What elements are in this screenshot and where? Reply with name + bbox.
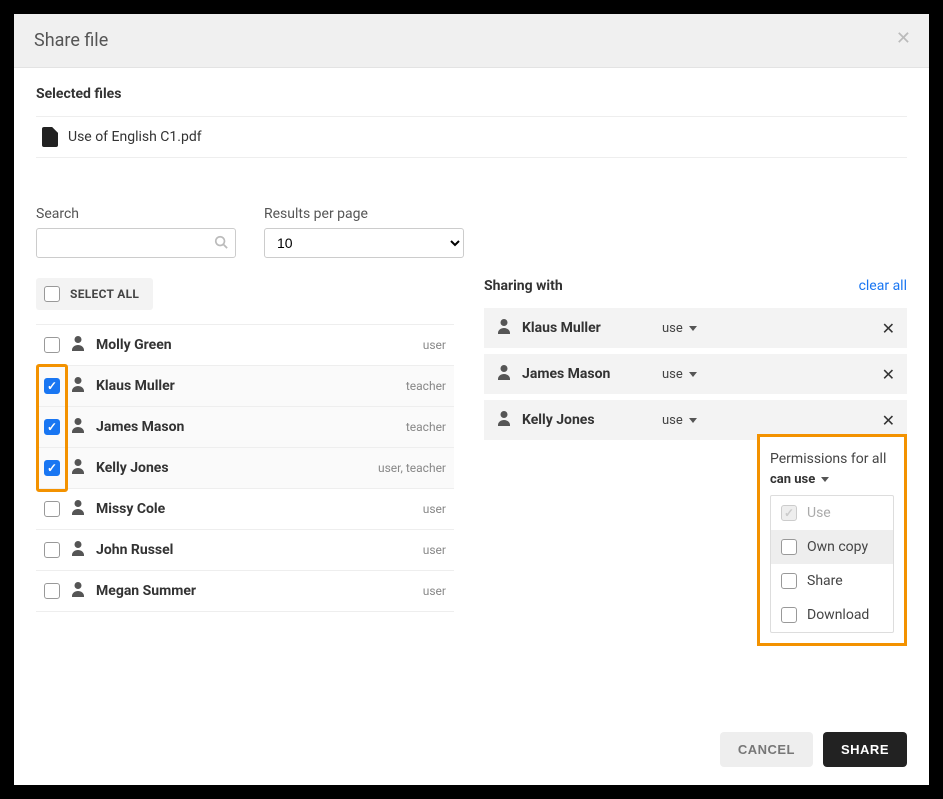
user-row[interactable]: Kelly Jones user, teacher: [36, 448, 454, 489]
permissions-title: Permissions for all: [770, 451, 894, 467]
person-icon: [496, 318, 512, 338]
sharing-row: James Mason use ✕: [484, 354, 907, 394]
user-row[interactable]: Missy Cole user: [36, 489, 454, 530]
user-checkbox[interactable]: [44, 460, 60, 476]
user-name: Kelly Jones: [96, 460, 368, 476]
select-all-button[interactable]: SELECT ALL: [36, 278, 153, 310]
user-name: Molly Green: [96, 337, 413, 353]
share-file-dialog: Share file ✕ Selected files Use of Engli…: [14, 14, 929, 785]
clear-all-link[interactable]: clear all: [859, 278, 907, 294]
results-per-page-group: Results per page 10: [264, 206, 464, 258]
dialog-title: Share file: [34, 30, 108, 51]
close-icon[interactable]: ✕: [896, 28, 911, 49]
user-name: Klaus Muller: [96, 378, 396, 394]
person-icon: [70, 376, 86, 396]
permissions-for-all-panel: Permissions for all can use Use Own copy: [757, 434, 907, 646]
permission-option[interactable]: Share: [771, 564, 893, 598]
person-icon: [496, 364, 512, 384]
search-icon[interactable]: [214, 235, 228, 253]
user-name: John Russel: [96, 542, 413, 558]
person-icon: [70, 581, 86, 601]
permission-option[interactable]: Use: [771, 496, 893, 530]
permission-dropdown[interactable]: use: [662, 413, 872, 428]
search-group: Search: [36, 206, 236, 258]
person-icon: [70, 499, 86, 519]
user-row[interactable]: Megan Summer user: [36, 571, 454, 612]
user-checkbox[interactable]: [44, 583, 60, 599]
sharing-with-heading: Sharing with: [484, 278, 563, 294]
file-icon: [42, 127, 58, 147]
person-icon: [496, 410, 512, 430]
permission-label: Own copy: [807, 539, 868, 555]
user-role: user: [423, 502, 446, 516]
remove-share-icon[interactable]: ✕: [882, 411, 895, 430]
user-role: user, teacher: [378, 461, 446, 475]
user-list-column: SELECT ALL Molly Green user Klaus Muller: [36, 278, 454, 612]
permission-checkbox[interactable]: [781, 607, 797, 623]
permission-dropdown[interactable]: use: [662, 367, 872, 382]
user-checkbox[interactable]: [44, 542, 60, 558]
user-row[interactable]: Molly Green user: [36, 325, 454, 366]
permissions-selected-dropdown[interactable]: can use: [770, 472, 829, 487]
user-row[interactable]: Klaus Muller teacher: [36, 366, 454, 407]
cancel-button[interactable]: CANCEL: [720, 732, 813, 767]
sharing-row: Klaus Muller use ✕: [484, 308, 907, 348]
permission-label: Use: [807, 505, 831, 521]
user-role: user: [423, 338, 446, 352]
person-icon: [70, 458, 86, 478]
permission-option[interactable]: Own copy: [771, 530, 893, 564]
user-row[interactable]: John Russel user: [36, 530, 454, 571]
permission-label: Download: [807, 607, 869, 623]
sharing-name: Kelly Jones: [522, 412, 652, 428]
user-checkbox[interactable]: [44, 419, 60, 435]
user-checkbox[interactable]: [44, 378, 60, 394]
user-row[interactable]: James Mason teacher: [36, 407, 454, 448]
permission-option[interactable]: Download: [771, 598, 893, 632]
user-name: James Mason: [96, 419, 396, 435]
user-checkbox[interactable]: [44, 337, 60, 353]
dialog-body: Selected files Use of English C1.pdf Sea…: [14, 68, 929, 714]
person-icon: [70, 540, 86, 560]
permission-checkbox[interactable]: [781, 573, 797, 589]
sharing-name: James Mason: [522, 366, 652, 382]
select-all-checkbox[interactable]: [44, 286, 60, 302]
user-role: teacher: [406, 379, 446, 393]
user-name: Megan Summer: [96, 583, 413, 599]
permission-label: Share: [807, 573, 843, 589]
sharing-name: Klaus Muller: [522, 320, 652, 336]
permissions-options-list: Use Own copy Share Download: [770, 495, 894, 633]
selected-file-name: Use of English C1.pdf: [68, 129, 202, 145]
select-all-label: SELECT ALL: [70, 287, 139, 301]
user-role: user: [423, 543, 446, 557]
user-name: Missy Cole: [96, 501, 413, 517]
user-list: Molly Green user Klaus Muller teacher Ja…: [36, 324, 454, 612]
permission-checkbox[interactable]: [781, 539, 797, 555]
results-per-page-label: Results per page: [264, 206, 464, 222]
controls-row: Search Results per page 10: [36, 206, 907, 258]
user-checkbox[interactable]: [44, 501, 60, 517]
selected-file-row: Use of English C1.pdf: [36, 116, 907, 158]
dialog-footer: CANCEL SHARE: [14, 714, 929, 785]
person-icon: [70, 335, 86, 355]
share-button[interactable]: SHARE: [823, 732, 907, 767]
remove-share-icon[interactable]: ✕: [882, 319, 895, 338]
dialog-header: Share file ✕: [14, 14, 929, 68]
search-label: Search: [36, 206, 236, 222]
person-icon: [70, 417, 86, 437]
user-role: user: [423, 584, 446, 598]
results-per-page-select[interactable]: 10: [264, 228, 464, 258]
user-role: teacher: [406, 420, 446, 434]
sharing-column: Sharing with clear all Klaus Muller use …: [484, 278, 907, 612]
permission-checkbox: [781, 505, 797, 521]
search-input[interactable]: [36, 228, 236, 258]
remove-share-icon[interactable]: ✕: [882, 365, 895, 384]
permission-dropdown[interactable]: use: [662, 321, 872, 336]
selected-files-heading: Selected files: [36, 86, 907, 102]
